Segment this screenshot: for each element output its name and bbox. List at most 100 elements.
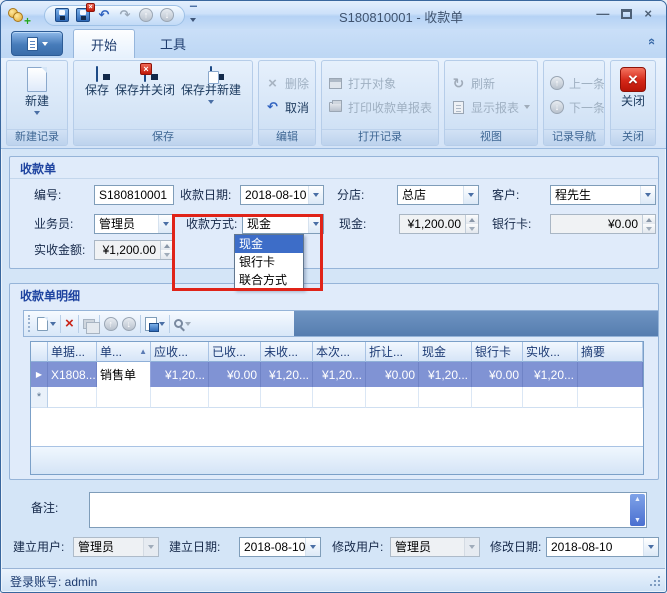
cell-cash[interactable]: ¥1,20... [419, 362, 472, 387]
close-form-button[interactable]: × 关闭 [617, 63, 649, 129]
export-icon [145, 317, 157, 331]
grid-header-doc-type[interactable]: 单...▲ [97, 342, 151, 362]
remarks-textarea[interactable]: ▲ ▼ [89, 492, 647, 528]
cell-unreceived[interactable]: ¥1,20... [261, 362, 313, 387]
cell-discount[interactable]: ¥0.00 [366, 362, 419, 387]
grid-header-cash[interactable]: 现金 [419, 342, 472, 362]
group-label-record-nav: 记录导航 [544, 129, 604, 145]
grid-header-actual[interactable]: 实收... [523, 342, 578, 362]
save-and-new-button[interactable]: 保存并新建 [178, 63, 244, 129]
modified-user-value: 管理员 [391, 538, 464, 556]
printer-icon [328, 102, 343, 112]
sort-ascending-icon: ▲ [139, 347, 147, 356]
cell-bank-card[interactable]: ¥0.00 [472, 362, 523, 387]
grid-header-discount[interactable]: 折让... [366, 342, 419, 362]
close-x-icon: × [620, 67, 646, 92]
copy-row-button [83, 319, 95, 329]
cell-doc-type[interactable]: 销售单 [97, 362, 151, 387]
delete-icon: × [65, 315, 74, 332]
cell-summary[interactable] [578, 362, 643, 387]
grid-new-row[interactable]: * [31, 387, 643, 408]
separator [140, 315, 141, 333]
search-button[interactable] [174, 319, 191, 328]
spinner-arrows-icon [642, 215, 655, 233]
grid-header-doc-no[interactable]: 单据... [48, 342, 97, 362]
collapse-ribbon-icon[interactable]: « [645, 38, 660, 45]
add-row-button[interactable] [37, 317, 56, 331]
grid-header-received[interactable]: 已收... [209, 342, 261, 362]
undo-button[interactable]: ↶ [96, 7, 112, 23]
modified-user-label: 修改用户: [332, 537, 383, 557]
show-report-button: 显示报表 [451, 99, 531, 116]
grid-header-unreceived[interactable]: 未收... [261, 342, 313, 362]
cell-received[interactable]: ¥0.00 [209, 362, 261, 387]
pay-method-dropdown-list: 现金 银行卡 联合方式 [234, 234, 304, 290]
group-label-new-record: 新建记录 [7, 129, 67, 145]
chevron-down-icon [50, 322, 56, 326]
scroll-down-icon[interactable]: ▼ [634, 517, 641, 524]
save-and-close-button[interactable]: × 保存并关闭 [112, 63, 178, 129]
grid-header-summary[interactable]: 摘要 [578, 342, 643, 362]
salesman-label: 业务员: [34, 214, 73, 234]
chevron-down-icon [190, 18, 196, 22]
customer-select[interactable]: 程先生 [550, 185, 656, 205]
new-row-marker: * [31, 387, 48, 408]
receipt-form-title: 收款单 [20, 160, 56, 177]
minimize-button[interactable]: — [596, 7, 609, 21]
receipt-date-select[interactable]: 2018-08-10 [240, 185, 324, 205]
cell-this-time[interactable]: ¥1,20... [313, 362, 366, 387]
tab-tools[interactable]: 工具 [143, 29, 203, 58]
qat-customize-button[interactable]: ▔ [190, 7, 197, 23]
save-close-quick-button[interactable]: × [75, 7, 91, 23]
code-input[interactable]: S180810001 [94, 185, 174, 205]
divider [10, 178, 658, 179]
grid-header-receivable[interactable]: 应收... [151, 342, 209, 362]
resize-grip[interactable] [649, 575, 661, 587]
dropdown-option-cash[interactable]: 现金 [235, 235, 303, 253]
pay-method-select[interactable]: 现金 [242, 214, 324, 234]
salesman-select[interactable]: 管理员 [94, 214, 174, 234]
audit-fields-row: 建立用户: 管理员 建立日期: 2018-08-10 修改用户: 管理员 修改日… [1, 537, 666, 559]
dropdown-option-bank-card[interactable]: 银行卡 [235, 253, 303, 271]
receipt-form-groupbox: 收款单 编号: S180810001 收款日期: 2018-08-10 分店: … [9, 156, 659, 269]
next-record-quick-button: ↓ [159, 7, 175, 23]
branch-select[interactable]: 总店 [397, 185, 479, 205]
tab-start[interactable]: 开始 [73, 29, 135, 58]
maximize-button[interactable] [621, 9, 632, 19]
remarks-scrollbar[interactable]: ▲ ▼ [630, 494, 645, 526]
grid-row-selected[interactable]: ▶ X1808... 销售单 ¥1,20... ¥0.00 ¥1,20... ¥… [31, 362, 643, 387]
delete-row-button[interactable]: × [65, 315, 74, 332]
group-label-edit: 编辑 [259, 129, 315, 145]
status-bar: 登录账号: admin [2, 568, 665, 591]
dropdown-arrow-icon [640, 186, 655, 204]
separator [78, 315, 79, 333]
cell-receivable[interactable]: ¥1,20... [151, 362, 209, 387]
modified-date-select[interactable]: 2018-08-10 [546, 537, 659, 557]
delete-button: × 删除 [265, 75, 309, 92]
refresh-label: 刷新 [471, 75, 495, 92]
document-menu-icon [27, 37, 38, 51]
save-button[interactable]: 保存 [82, 63, 112, 129]
toolbar-grip-handle[interactable] [28, 315, 31, 332]
dropdown-option-combined[interactable]: 联合方式 [235, 271, 303, 289]
close-window-button[interactable]: × [644, 7, 652, 21]
scroll-up-icon[interactable]: ▲ [634, 496, 641, 503]
dropdown-arrow-icon [308, 186, 323, 204]
ribbon-group-save: 保存 × 保存并关闭 保存并新建 保存 [73, 60, 253, 146]
modified-date-label: 修改日期: [490, 537, 541, 557]
grid-header-bank-card[interactable]: 银行卡 [472, 342, 523, 362]
toolbar-filler [294, 311, 658, 336]
created-date-select[interactable]: 2018-08-10 [239, 537, 321, 557]
previous-record-label: 上一条 [569, 75, 605, 92]
application-menu-button[interactable] [11, 31, 63, 56]
up-circle-icon: ↑ [139, 8, 153, 22]
cell-actual[interactable]: ¥1,20... [523, 362, 578, 387]
window-title: S180810001 - 收款单 [339, 7, 463, 26]
export-button[interactable] [145, 317, 165, 331]
cell-doc-no[interactable]: X1808... [48, 362, 97, 387]
grid-header-this-time[interactable]: 本次... [313, 342, 366, 362]
save-quick-button[interactable] [54, 7, 70, 23]
cancel-button[interactable]: ↶ 取消 [265, 99, 309, 116]
new-button[interactable]: 新建 [22, 63, 52, 129]
chevron-down-icon [159, 322, 165, 326]
